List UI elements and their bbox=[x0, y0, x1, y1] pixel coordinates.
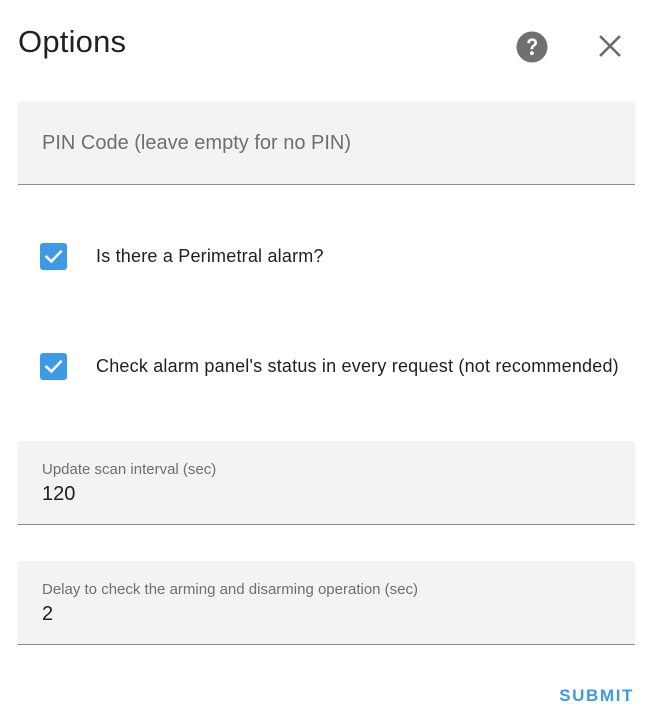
help-button[interactable] bbox=[515, 30, 549, 64]
check-status-option: Check alarm panel's status in every requ… bbox=[40, 352, 619, 380]
scan-interval-field[interactable]: Update scan interval (sec) 120 bbox=[18, 441, 635, 525]
perimetral-alarm-label: Is there a Perimetral alarm? bbox=[96, 245, 324, 266]
pin-code-field[interactable]: PIN Code (leave empty for no PIN) bbox=[18, 101, 635, 185]
perimetral-alarm-checkbox[interactable] bbox=[40, 242, 67, 270]
checkmark-icon bbox=[44, 249, 63, 263]
pin-code-placeholder: PIN Code (leave empty for no PIN) bbox=[42, 132, 352, 154]
check-status-label: Check alarm panel's status in every requ… bbox=[96, 355, 619, 376]
checkmark-icon bbox=[44, 359, 63, 373]
submit-button[interactable]: SUBMIT bbox=[559, 686, 634, 706]
check-status-checkbox[interactable] bbox=[40, 352, 67, 380]
perimetral-alarm-option: Is there a Perimetral alarm? bbox=[40, 242, 324, 270]
delay-check-value[interactable]: 2 bbox=[42, 603, 53, 626]
options-dialog: Options PIN Code (leave empty for no PIN… bbox=[0, 0, 658, 726]
close-button[interactable] bbox=[593, 30, 627, 64]
delay-check-label: Delay to check the arming and disarming … bbox=[42, 581, 419, 598]
help-circle-icon bbox=[516, 31, 548, 63]
scan-interval-value[interactable]: 120 bbox=[42, 483, 75, 506]
dialog-title: Options bbox=[18, 24, 127, 59]
scan-interval-label: Update scan interval (sec) bbox=[42, 461, 217, 478]
close-icon bbox=[599, 35, 621, 57]
delay-check-field[interactable]: Delay to check the arming and disarming … bbox=[18, 561, 635, 645]
